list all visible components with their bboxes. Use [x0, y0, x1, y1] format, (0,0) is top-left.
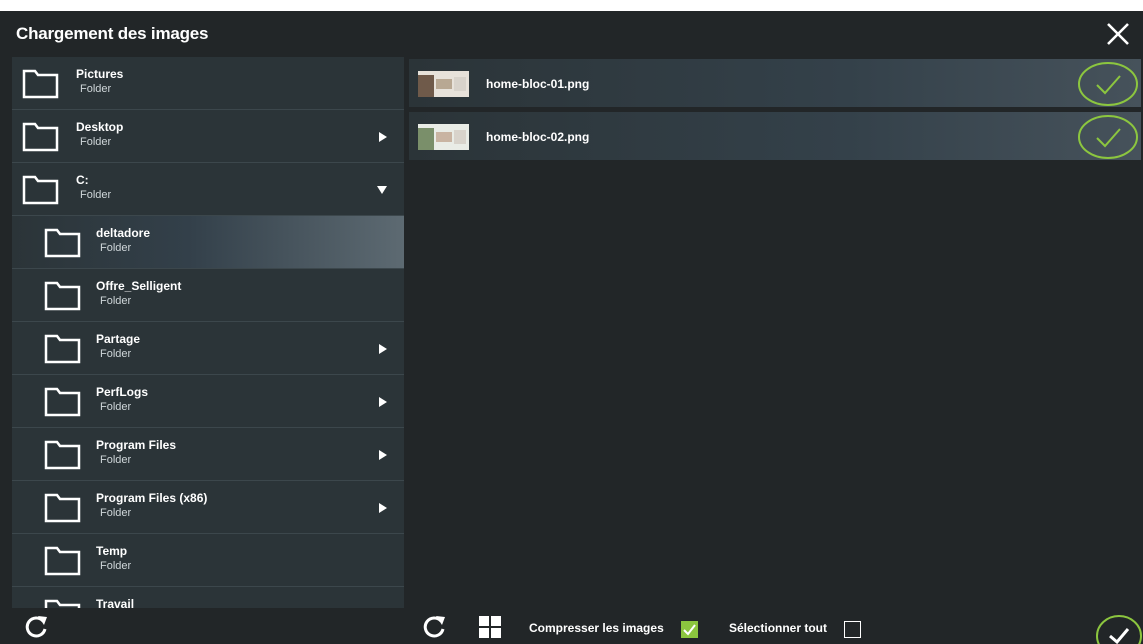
file-name: home-bloc-02.png — [486, 130, 590, 144]
dialog-title: Chargement des images — [16, 24, 209, 43]
confirm-button[interactable] — [1087, 608, 1143, 644]
check-icon — [683, 624, 696, 636]
folder-text: deltadore Folder — [96, 226, 150, 255]
folder-name: Partage — [96, 332, 141, 346]
check-circle-icon[interactable] — [1077, 114, 1139, 160]
folder-item[interactable]: Desktop Folder — [12, 110, 404, 163]
folder-name: Temp — [96, 544, 128, 558]
folder-item[interactable]: Travail — [12, 587, 404, 608]
folder-text: Travail — [96, 597, 134, 608]
folder-type: Folder — [100, 242, 132, 254]
expand-arrow-icon[interactable] — [379, 344, 387, 354]
folder-text: PerfLogs Folder — [96, 385, 148, 414]
expand-arrow-icon[interactable] — [379, 503, 387, 513]
folder-type: Folder — [80, 136, 112, 148]
folder-item[interactable]: Temp Folder — [12, 534, 404, 587]
compress-images-label: Compresser les images — [529, 621, 664, 635]
folder-text: C: Folder — [76, 173, 111, 202]
file-thumbnail — [418, 124, 469, 150]
folder-icon — [44, 387, 81, 417]
file-item[interactable]: home-bloc-02.png — [409, 112, 1141, 160]
folder-text: Program Files (x86) Folder — [96, 491, 207, 520]
grid-view-icon — [479, 616, 501, 638]
folder-text: Partage Folder — [96, 332, 140, 361]
folder-type: Folder — [100, 348, 132, 360]
folder-item[interactable]: deltadore Folder — [12, 216, 404, 269]
folder-text: Program Files Folder — [96, 438, 176, 467]
file-name: home-bloc-01.png — [486, 77, 590, 91]
folder-name: Program Files (x86) — [96, 491, 208, 505]
folder-type: Folder — [80, 189, 112, 201]
folder-icon — [22, 122, 59, 152]
folder-icon — [22, 175, 59, 205]
folder-type: Folder — [100, 454, 132, 466]
folder-name: C: — [76, 173, 89, 187]
folder-type: Folder — [100, 507, 132, 519]
folder-name: Offre_Selligent — [96, 279, 182, 293]
select-all-label: Sélectionner tout — [729, 621, 828, 635]
folder-name: Travail — [96, 597, 135, 608]
refresh-folders-button[interactable] — [24, 614, 48, 640]
file-thumbnail — [418, 71, 469, 97]
dialog-titlebar: Chargement des images — [0, 11, 1143, 57]
image-upload-dialog: Chargement des images Pictures Folder Desk… — [0, 0, 1143, 644]
folder-name: Program Files — [96, 438, 177, 452]
folder-item[interactable]: Partage Folder — [12, 322, 404, 375]
refresh-icon — [25, 616, 47, 638]
refresh-icon — [423, 616, 445, 638]
check-circle-icon[interactable] — [1077, 61, 1139, 107]
collapse-arrow-icon[interactable] — [377, 186, 387, 194]
folder-text: Pictures Folder — [76, 67, 123, 96]
folder-text: Offre_Selligent Folder — [96, 279, 181, 308]
file-list: home-bloc-01.png home-bloc-02.png — [409, 57, 1143, 608]
folder-type: Folder — [100, 401, 132, 413]
folder-item[interactable]: Program Files (x86) Folder — [12, 481, 404, 534]
folder-item[interactable]: C: Folder — [12, 163, 404, 216]
folder-name: Pictures — [76, 67, 124, 81]
folder-icon — [44, 493, 81, 523]
folder-icon — [44, 334, 81, 364]
folder-text: Temp Folder — [96, 544, 131, 573]
folder-item[interactable]: Program Files Folder — [12, 428, 404, 481]
folder-icon — [44, 440, 81, 470]
folder-text: Desktop Folder — [76, 120, 123, 149]
expand-arrow-icon[interactable] — [379, 450, 387, 460]
folder-type: Folder — [100, 295, 132, 307]
folder-icon — [22, 69, 59, 99]
folder-type: Folder — [100, 560, 132, 572]
file-item[interactable]: home-bloc-01.png — [409, 59, 1141, 107]
close-icon — [1107, 23, 1129, 45]
folder-tree-footer — [12, 608, 404, 644]
expand-arrow-icon[interactable] — [379, 132, 387, 142]
top-margin — [0, 0, 1143, 11]
close-button[interactable] — [1103, 19, 1133, 49]
file-list-footer: Compresser les images Sélectionner tout — [409, 608, 1143, 644]
folder-icon — [44, 599, 81, 608]
folder-icon — [44, 228, 81, 258]
check-circle-icon — [1096, 615, 1142, 644]
folder-item[interactable]: Offre_Selligent Folder — [12, 269, 404, 322]
folder-icon — [44, 281, 81, 311]
select-all-checkbox[interactable] — [844, 621, 861, 638]
folder-type: Folder — [80, 83, 112, 95]
compress-images-checkbox[interactable] — [681, 621, 698, 638]
folder-icon — [44, 546, 81, 576]
expand-arrow-icon[interactable] — [379, 397, 387, 407]
folder-tree[interactable]: Pictures Folder Desktop Folder C: Folder delta… — [12, 57, 404, 608]
folder-item[interactable]: PerfLogs Folder — [12, 375, 404, 428]
folder-name: deltadore — [96, 226, 151, 240]
folder-item[interactable]: Pictures Folder — [12, 57, 404, 110]
refresh-files-button[interactable] — [422, 614, 446, 640]
folder-name: Desktop — [76, 120, 124, 134]
folder-name: PerfLogs — [96, 385, 149, 399]
grid-view-button[interactable] — [479, 616, 501, 638]
